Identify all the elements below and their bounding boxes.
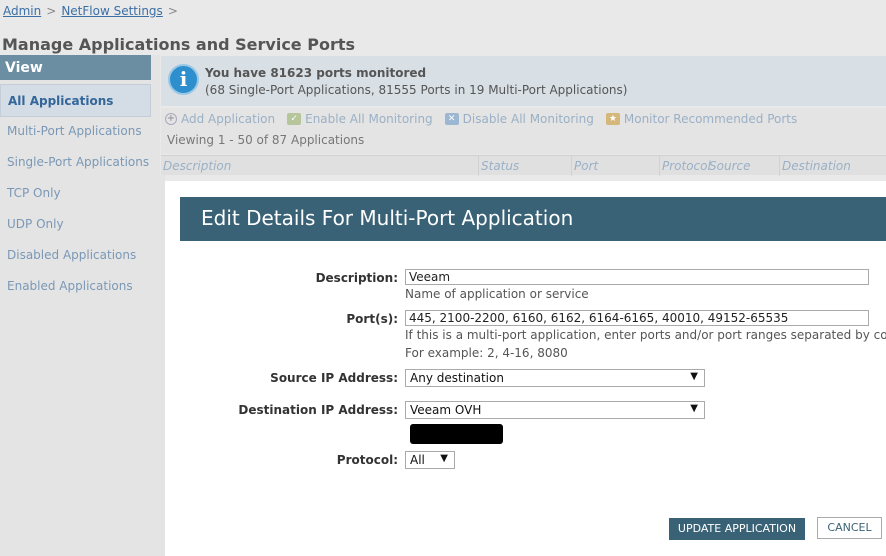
- sidebar-view-header: View: [0, 55, 151, 80]
- banner-title: You have 81623 ports monitored: [205, 66, 427, 80]
- monitor-disable-icon: ✕: [444, 113, 459, 125]
- sidebar-list: All Applications Multi-Port Applications…: [0, 84, 151, 301]
- column-description[interactable]: Description: [163, 159, 231, 173]
- toolbar-actions: + Add Application ✓ Enable All Monitorin…: [165, 112, 797, 126]
- breadcrumb-netflow-link[interactable]: NetFlow Settings: [61, 4, 163, 18]
- ports-example: For example: 2, 4-16, 8080: [405, 346, 568, 360]
- sidebar-item-disabled[interactable]: Disabled Applications: [0, 239, 151, 270]
- banner-subtitle: (68 Single-Port Applications, 81555 Port…: [205, 83, 628, 97]
- column-protocol[interactable]: Protocol: [662, 159, 711, 173]
- enable-all-monitoring-button[interactable]: ✓ Enable All Monitoring: [287, 112, 433, 126]
- column-divider: [571, 156, 572, 176]
- sidebar-item-tcp-only[interactable]: TCP Only: [0, 177, 151, 208]
- column-source[interactable]: Source: [709, 159, 750, 173]
- ports-input[interactable]: [405, 310, 869, 326]
- enable-all-label: Enable All Monitoring: [305, 112, 433, 126]
- monitor-enable-icon: ✓: [287, 113, 302, 125]
- cancel-button[interactable]: CANCEL: [817, 517, 882, 539]
- page: Admin > NetFlow Settings > Manage Applicati…: [0, 0, 886, 556]
- monitor-recommended-label: Monitor Recommended Ports: [623, 112, 798, 126]
- protocol-label: Protocol:: [336, 453, 398, 467]
- sidebar-item-udp-only[interactable]: UDP Only: [0, 208, 151, 239]
- breadcrumb-separator: >: [46, 4, 57, 18]
- update-application-button[interactable]: UPDATE APPLICATION: [669, 518, 805, 540]
- source-ip-value: Any destination: [410, 371, 504, 385]
- sidebar-item-enabled[interactable]: Enabled Applications: [0, 270, 151, 301]
- monitor-recommended-icon: ★: [605, 113, 620, 125]
- disable-all-label: Disable All Monitoring: [462, 112, 594, 126]
- protocol-value: All: [410, 453, 425, 467]
- description-label: Description:: [315, 271, 398, 285]
- grid-header: Description Status Port Protocol Source …: [161, 155, 886, 176]
- column-divider: [659, 156, 660, 176]
- destination-ip-label: Destination IP Address:: [238, 403, 398, 417]
- info-banner: i You have 81623 ports monitored (68 Sin…: [161, 56, 886, 106]
- dialog-title: Edit Details For Multi-Port Application: [180, 197, 886, 241]
- column-port[interactable]: Port: [574, 159, 598, 173]
- add-application-button[interactable]: + Add Application: [165, 112, 275, 126]
- ports-label: Port(s):: [346, 312, 398, 326]
- description-hint: Name of application or service: [405, 287, 589, 301]
- dropdown-arrow-icon: ▼: [690, 403, 698, 414]
- destination-ip-select[interactable]: Veeam OVH ▼: [405, 401, 705, 419]
- sidebar: View All Applications Multi-Port Applica…: [0, 55, 160, 556]
- disable-all-monitoring-button[interactable]: ✕ Disable All Monitoring: [444, 112, 594, 126]
- sidebar-item-multi-port[interactable]: Multi-Port Applications: [0, 115, 151, 146]
- source-ip-label: Source IP Address:: [270, 371, 398, 385]
- ports-hint: If this is a multi-port application, ent…: [405, 328, 886, 342]
- page-title: Manage Applications and Service Ports: [2, 35, 356, 54]
- column-destination[interactable]: Destination: [782, 159, 851, 173]
- column-divider: [478, 156, 479, 176]
- column-divider: [779, 156, 780, 176]
- dropdown-arrow-icon: ▼: [440, 453, 448, 464]
- protocol-select[interactable]: All ▼: [405, 451, 455, 469]
- source-ip-select[interactable]: Any destination ▼: [405, 369, 705, 387]
- sidebar-item-all-applications[interactable]: All Applications: [0, 84, 151, 117]
- plus-icon: +: [165, 113, 177, 125]
- sidebar-item-single-port[interactable]: Single-Port Applications: [0, 146, 151, 177]
- redacted-block: [410, 424, 503, 444]
- toolbar: + Add Application ✓ Enable All Monitorin…: [161, 108, 886, 154]
- destination-ip-value: Veeam OVH: [410, 403, 482, 417]
- add-application-label: Add Application: [181, 112, 276, 126]
- viewing-count: Viewing 1 - 50 of 87 Applications: [167, 133, 365, 147]
- info-icon: i: [168, 64, 199, 95]
- breadcrumb-separator: >: [167, 4, 178, 18]
- description-input[interactable]: [405, 269, 869, 285]
- breadcrumb-admin-link[interactable]: Admin: [3, 4, 41, 18]
- column-status[interactable]: Status: [481, 159, 519, 173]
- dropdown-arrow-icon: ▼: [690, 371, 698, 382]
- breadcrumb: Admin > NetFlow Settings >: [3, 4, 183, 18]
- monitor-recommended-button[interactable]: ★ Monitor Recommended Ports: [605, 112, 798, 126]
- edit-application-dialog: Edit Details For Multi-Port Application …: [165, 181, 886, 556]
